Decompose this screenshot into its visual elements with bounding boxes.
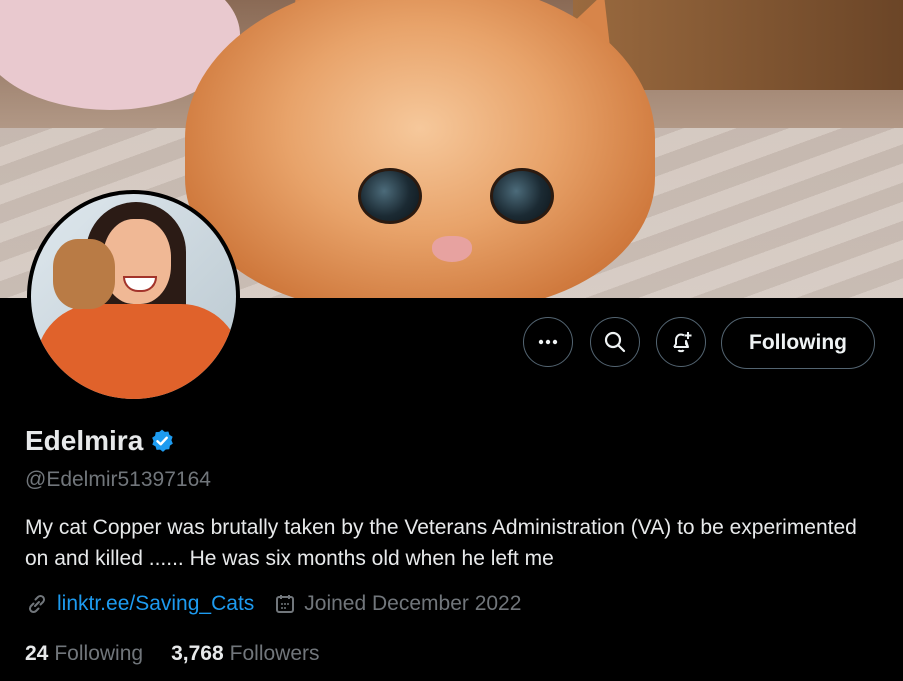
profile-link[interactable]: linktr.ee/Saving_Cats	[57, 592, 254, 616]
notify-button[interactable]	[656, 317, 706, 367]
followers-count: 3,768	[171, 642, 224, 665]
avatar-shirt	[36, 304, 236, 399]
kitten-eye	[490, 168, 554, 224]
profile-handle: @Edelmir51397164	[25, 468, 211, 491]
kitten-nose	[432, 236, 472, 262]
kitten-image	[185, 0, 655, 298]
profile-stats: 24 Following 3,768 Followers	[25, 642, 348, 666]
profile-avatar[interactable]	[27, 190, 240, 403]
following-button[interactable]: Following	[721, 317, 875, 369]
verified-badge-icon[interactable]	[149, 428, 175, 454]
profile-bio: My cat Copper was brutally taken by the …	[25, 516, 857, 570]
search-icon	[604, 331, 626, 353]
avatar-cat	[53, 239, 115, 309]
following-label: Following	[54, 642, 144, 665]
bell-plus-icon	[673, 332, 692, 353]
calendar-icon	[276, 595, 295, 613]
search-button[interactable]	[590, 317, 640, 367]
more-icon	[538, 339, 558, 345]
joined-date: Joined December 2022	[304, 592, 522, 615]
more-button[interactable]	[523, 317, 573, 367]
followers-stat[interactable]: 3,768 Followers	[171, 642, 319, 666]
followers-label: Followers	[229, 642, 320, 665]
profile-name-row: Edelmira	[25, 425, 175, 457]
profile-meta: linktr.ee/Saving_Cats Joined December 20…	[25, 592, 521, 616]
kitten-eye	[358, 168, 422, 224]
link-icon	[28, 594, 46, 614]
profile-name: Edelmira	[25, 425, 144, 456]
following-stat[interactable]: 24 Following	[25, 642, 143, 666]
following-count: 24	[25, 642, 49, 665]
